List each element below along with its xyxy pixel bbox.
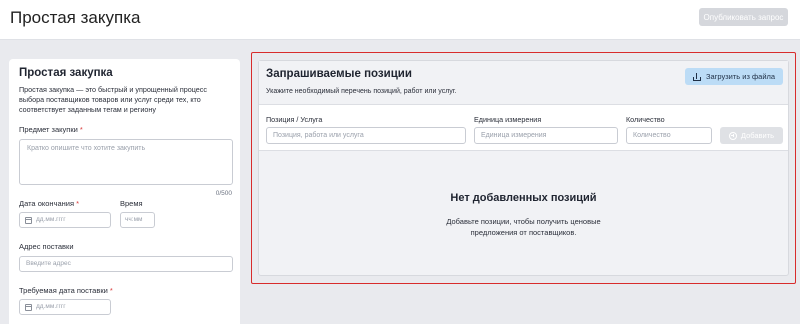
time-input[interactable]: чч:мм [120,212,155,228]
empty-state-description: Добавьте позиции, чтобы получить ценовые… [446,217,601,237]
end-date-input[interactable]: дд.мм.гггг [19,212,111,228]
address-label: Адрес поставки [19,242,74,251]
required-mark: * [79,125,83,134]
upload-from-file-button[interactable]: Загрузить из файла [685,68,783,85]
position-input[interactable]: Позиция, работа или услуга [266,127,466,144]
quantity-input[interactable]: Количество [626,127,712,144]
unit-label: Единица измерения [474,115,542,124]
publish-request-button[interactable]: Опубликовать запрос [699,8,788,26]
end-date-label: Дата окончания * [19,199,80,208]
add-position-form: Позиция / Услуга Позиция, работа или усл… [259,105,788,151]
requested-positions-card: Запрашиваемые позиции Укажите необходимы… [258,60,789,276]
calendar-icon [25,217,32,224]
unit-input[interactable]: Единица измерения [474,127,618,144]
positions-header: Запрашиваемые позиции Укажите необходимы… [259,61,788,105]
address-input[interactable]: Введите адрес [19,256,233,272]
subject-char-counter: 0/500 [215,190,232,197]
delivery-date-label: Требуемая дата поставки * [19,286,113,295]
add-position-button[interactable]: Добавить [720,127,783,144]
delivery-date-input[interactable]: дд.мм.гггг [19,299,111,315]
plus-circle-icon [728,131,737,140]
position-label: Позиция / Услуга [266,115,323,124]
top-bar: Простая закупка Опубликовать запрос [0,0,800,40]
subject-label: Предмет закупки * [19,125,83,134]
form-title: Простая закупка [19,67,113,79]
procurement-form-card: Простая закупка Простая закупка — это бы… [9,59,240,324]
empty-state-title: Нет добавленных позиций [450,192,597,204]
time-label: Время [120,199,143,208]
calendar-icon [25,304,32,311]
quantity-label: Количество [626,115,665,124]
positions-subtitle: Укажите необходимый перечень позиций, ра… [266,88,457,95]
page-title: Простая закупка [10,8,141,27]
required-mark: * [109,286,113,295]
subject-textarea[interactable]: Кратко опишите что хотите закупить [19,139,233,185]
form-description: Простая закупка — это быстрый и упрощенн… [19,85,207,114]
required-mark: * [76,199,80,208]
upload-icon [692,72,701,81]
positions-title: Запрашиваемые позиции [266,68,412,80]
